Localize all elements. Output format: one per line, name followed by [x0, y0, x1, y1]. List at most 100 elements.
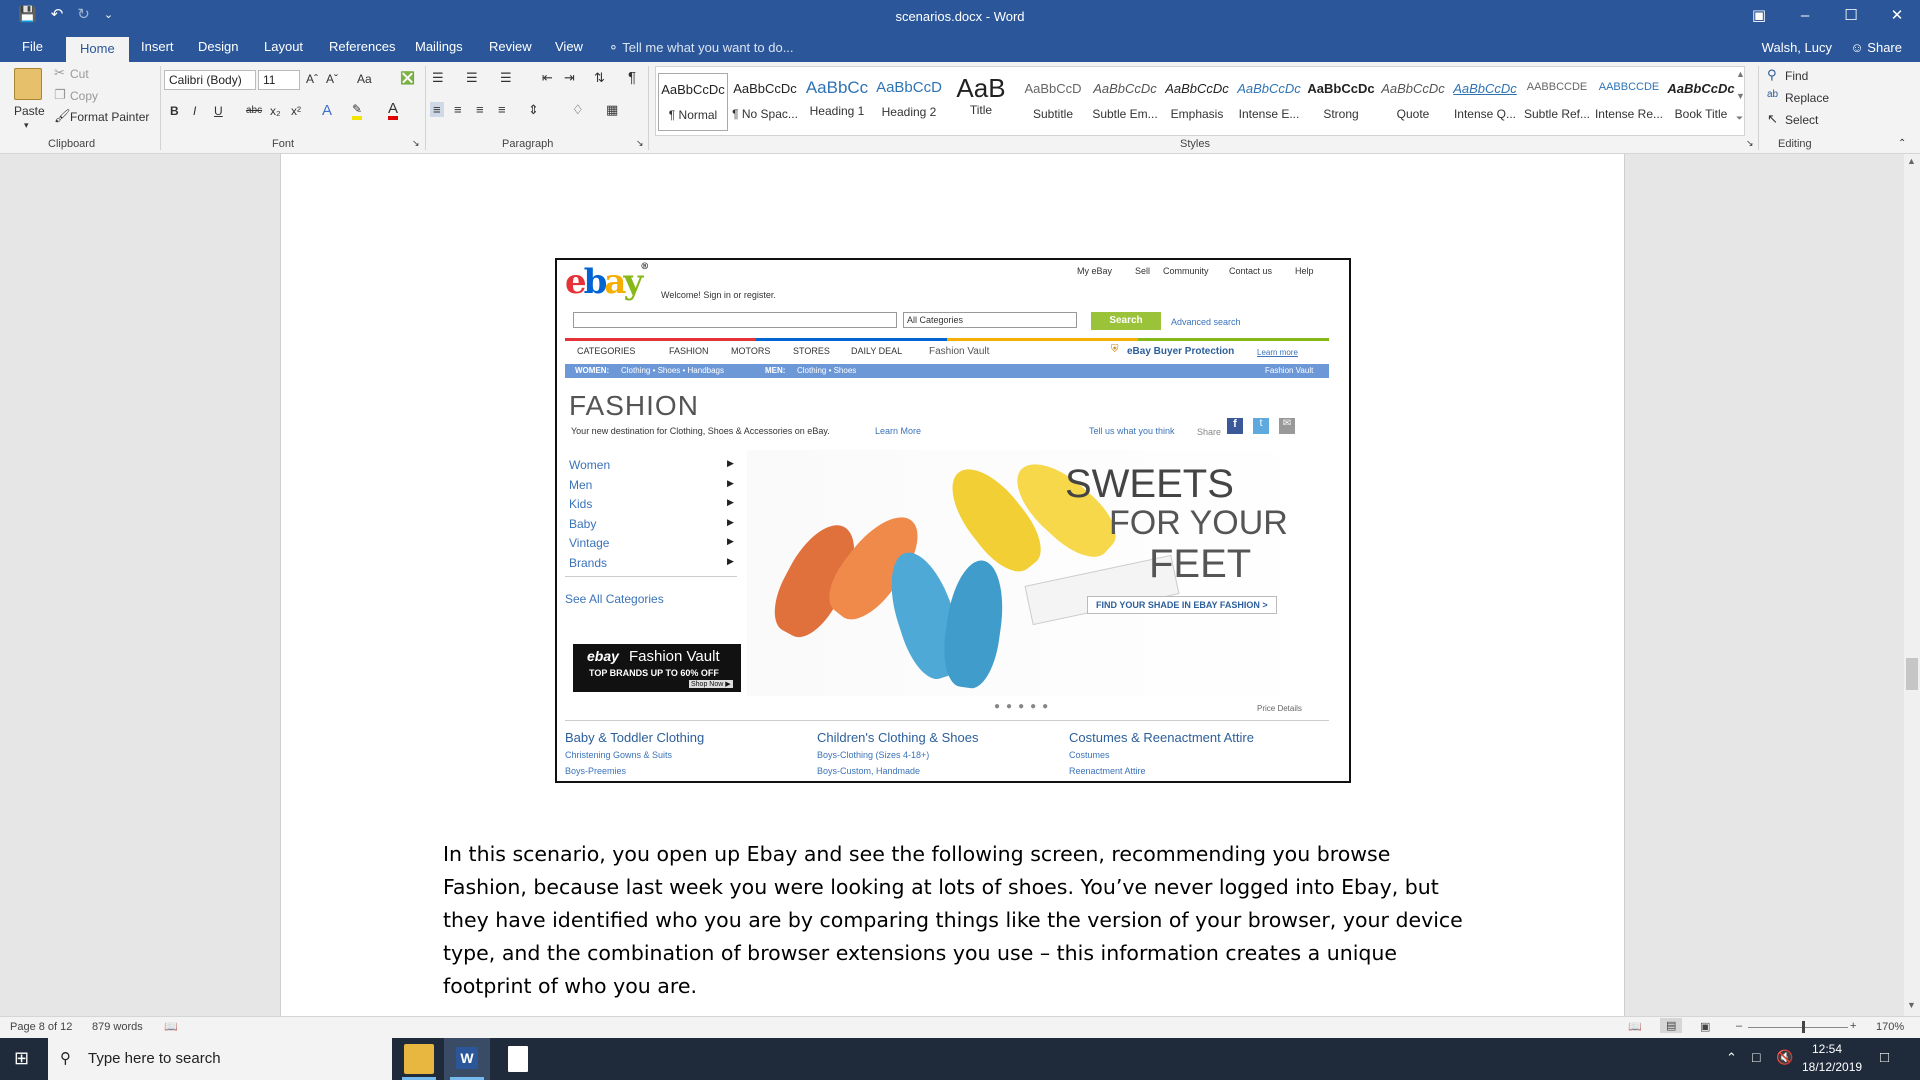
web-layout-icon[interactable]: ▣ [1700, 1020, 1710, 1033]
action-center-icon[interactable]: □ [1880, 1049, 1889, 1066]
clock-time[interactable]: 12:54 [1812, 1042, 1842, 1056]
font-dialog-launcher-icon[interactable]: ↘ [412, 138, 420, 149]
close-icon[interactable]: ✕ [1874, 0, 1920, 34]
sort-icon[interactable]: ⇅ [594, 70, 605, 86]
paste-icon[interactable] [14, 68, 42, 100]
style-title[interactable]: AaB Title [946, 73, 1016, 131]
network-icon[interactable]: □ [1752, 1049, 1760, 1065]
maximize-icon[interactable]: ☐ [1828, 0, 1874, 34]
tell-me-box[interactable]: ⚬ Tell me what you want to do... [608, 40, 794, 56]
find-button[interactable]: Find [1785, 69, 1808, 83]
borders-icon[interactable]: ▦ [606, 102, 618, 118]
tab-layout[interactable]: Layout [264, 39, 303, 54]
bold-button[interactable]: B [170, 104, 179, 118]
style-subtitle[interactable]: AaBbCcD Subtitle [1018, 73, 1088, 131]
font-size-combo[interactable]: 11 [258, 70, 300, 90]
style-normal[interactable]: AaBbCcDc ¶ Normal [658, 73, 728, 131]
zoom-level[interactable]: 170% [1876, 1021, 1904, 1033]
word-taskbar-button[interactable]: W [444, 1038, 490, 1080]
styles-scroll-up-icon[interactable]: ▲ [1736, 69, 1745, 79]
line-spacing-icon[interactable]: ⇕ [528, 102, 539, 118]
zoom-slider-thumb[interactable] [1802, 1021, 1805, 1033]
tab-home[interactable]: Home [66, 37, 129, 62]
font-name-combo[interactable]: Calibri (Body) [164, 70, 256, 90]
justify-icon[interactable]: ≡ [498, 102, 506, 117]
highlight-icon[interactable]: ✎ [352, 102, 363, 120]
paste-button[interactable]: Paste [14, 104, 45, 118]
style-subtle-emphasis[interactable]: AaBbCcDc Subtle Em... [1090, 73, 1160, 131]
cut-button[interactable]: Cut [70, 67, 89, 81]
strikethrough-button[interactable]: abc [246, 105, 262, 116]
style-book-title[interactable]: AaBbCcDc Book Title [1666, 73, 1736, 131]
tab-mailings[interactable]: Mailings [415, 39, 463, 54]
zoom-in-icon[interactable]: + [1850, 1020, 1856, 1032]
share-button[interactable]: ☺ Share [1850, 40, 1902, 55]
styles-scroll-down-icon[interactable]: ▼ [1736, 91, 1745, 101]
style-emphasis[interactable]: AaBbCcDc Emphasis [1162, 73, 1232, 131]
document-icon[interactable] [508, 1046, 528, 1072]
style-intense-quote[interactable]: AaBbCcDc Intense Q... [1450, 73, 1520, 131]
font-color-icon[interactable]: A [388, 101, 399, 120]
increase-indent-icon[interactable]: ⇥ [564, 70, 575, 86]
user-name[interactable]: Walsh, Lucy [1762, 40, 1832, 55]
zoom-out-icon[interactable]: – [1736, 1020, 1742, 1032]
styles-dialog-launcher-icon[interactable]: ↘ [1746, 138, 1754, 149]
change-case-button[interactable]: Aa [357, 72, 372, 86]
scroll-up-icon[interactable]: ▲ [1907, 156, 1916, 166]
file-explorer-icon[interactable] [404, 1044, 434, 1074]
scrollbar-thumb[interactable] [1906, 658, 1918, 690]
show-hidden-icons-icon[interactable]: ⌃ [1726, 1050, 1737, 1066]
windows-start-icon[interactable]: ⊞ [14, 1048, 29, 1069]
align-left-icon[interactable]: ≡ [430, 102, 444, 117]
ribbon-display-icon[interactable]: ▣ [1736, 0, 1782, 34]
tab-view[interactable]: View [555, 39, 583, 54]
style-strong[interactable]: AaBbCcDc Strong [1306, 73, 1376, 131]
tab-references[interactable]: References [329, 39, 395, 54]
vertical-scrollbar[interactable]: ▲ ▼ [1904, 154, 1920, 1016]
grow-font-icon[interactable]: Aˆ [306, 72, 318, 86]
text-effects-icon[interactable]: A [322, 102, 332, 119]
clear-formatting-icon[interactable]: ❎ [400, 71, 415, 85]
proofing-icon[interactable]: 📖 [164, 1020, 178, 1033]
show-formatting-icon[interactable]: ¶ [628, 69, 636, 86]
style-heading-1[interactable]: AaBbCc Heading 1 [802, 73, 872, 131]
align-center-icon[interactable]: ≡ [454, 102, 462, 117]
style-no-spacing[interactable]: AaBbCcDc ¶ No Spac... [730, 73, 800, 131]
paragraph-dialog-launcher-icon[interactable]: ↘ [636, 138, 644, 149]
tab-design[interactable]: Design [198, 39, 238, 54]
superscript-button[interactable]: x² [291, 104, 301, 118]
clock-date[interactable]: 18/12/2019 [1802, 1060, 1862, 1074]
read-mode-icon[interactable]: 📖 [1628, 1020, 1642, 1033]
subscript-button[interactable]: x₂ [270, 104, 281, 118]
scroll-down-icon[interactable]: ▼ [1907, 1000, 1916, 1010]
tab-file[interactable]: File [22, 39, 43, 54]
bullets-icon[interactable]: ☰ [432, 70, 444, 86]
style-quote[interactable]: AaBbCcDc Quote [1378, 73, 1448, 131]
shrink-font-icon[interactable]: Aˇ [326, 72, 338, 86]
align-right-icon[interactable]: ≡ [476, 102, 484, 117]
zoom-slider[interactable] [1748, 1027, 1848, 1028]
styles-more-icon[interactable]: ⏷ [1736, 113, 1743, 124]
word-count[interactable]: 879 words [92, 1021, 143, 1033]
page-count[interactable]: Page 8 of 12 [10, 1021, 72, 1033]
minimize-icon[interactable]: – [1782, 0, 1828, 34]
style-intense-emphasis[interactable]: AaBbCcDc Intense E... [1234, 73, 1304, 131]
collapse-ribbon-icon[interactable]: ⌃ [1898, 138, 1906, 149]
taskbar-search-box[interactable]: ⚲ Type here to search [48, 1038, 392, 1080]
style-heading-2[interactable]: AaBbCcD Heading 2 [874, 73, 944, 131]
italic-button[interactable]: I [193, 104, 196, 118]
decrease-indent-icon[interactable]: ⇤ [542, 70, 553, 86]
replace-button[interactable]: Replace [1785, 91, 1829, 105]
underline-button[interactable]: U [214, 104, 223, 118]
tab-review[interactable]: Review [489, 39, 532, 54]
numbering-icon[interactable]: ☰ [466, 70, 478, 86]
format-painter-button[interactable]: Format Painter [70, 110, 149, 124]
tab-insert[interactable]: Insert [141, 39, 174, 54]
paste-dropdown-icon[interactable]: ▾ [24, 120, 29, 131]
copy-button[interactable]: Copy [70, 89, 98, 103]
print-layout-icon[interactable]: ▤ [1660, 1018, 1683, 1033]
select-button[interactable]: Select [1785, 113, 1818, 127]
multilevel-list-icon[interactable]: ☰ [500, 70, 512, 86]
document-paragraph[interactable]: In this scenario, you open up Ebay and s… [443, 838, 1473, 1003]
style-intense-reference[interactable]: AABBCCDE Intense Re... [1594, 73, 1664, 131]
